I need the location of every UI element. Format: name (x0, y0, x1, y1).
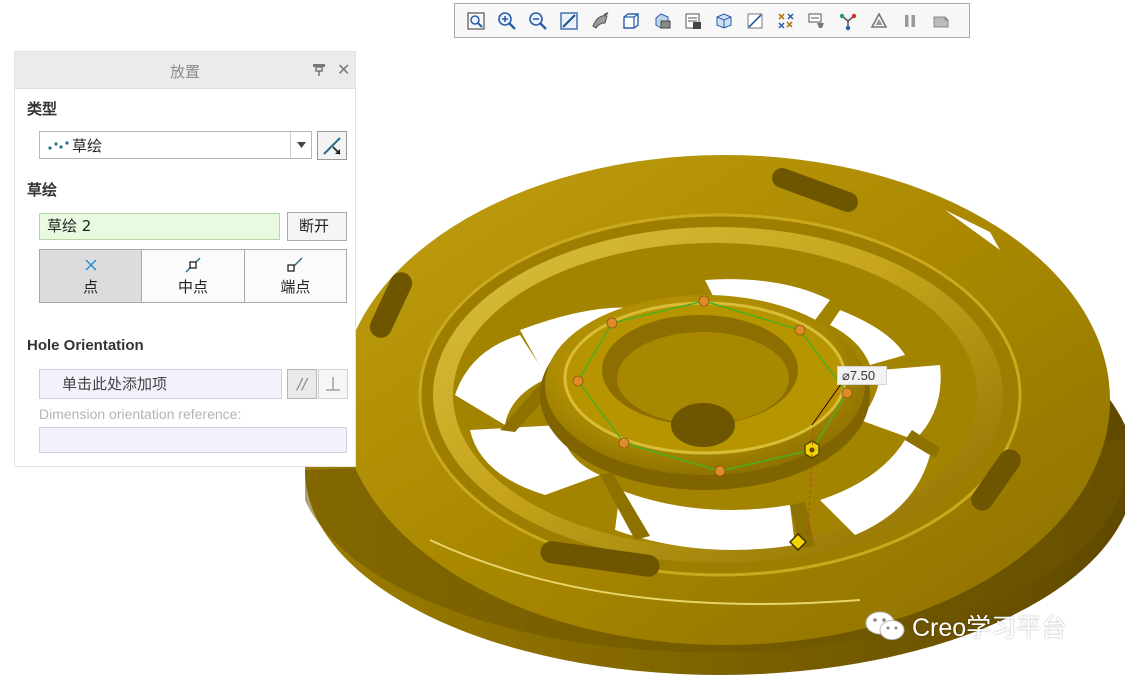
zoom-out-icon (529, 11, 547, 30)
type-select[interactable]: 草绘 (39, 131, 312, 159)
view-manager-button[interactable] (678, 7, 708, 35)
point-icon (85, 259, 97, 271)
appearance-icon (870, 11, 888, 28)
sketch-label: 草绘 (27, 181, 58, 199)
panel-title: 放置 (169, 63, 200, 81)
pin-icon[interactable] (311, 63, 327, 77)
next-button[interactable] (926, 7, 956, 35)
perpendicular-button[interactable] (318, 369, 348, 399)
hole-point[interactable] (572, 375, 584, 387)
orient-button[interactable] (616, 7, 646, 35)
hole-point[interactable] (606, 317, 618, 329)
snap-point-button[interactable]: 点 (40, 250, 143, 302)
close-icon[interactable]: ✕ (337, 62, 350, 78)
hole-point[interactable] (841, 387, 853, 399)
perpendicular-icon (326, 377, 340, 391)
snap-midpoint-button[interactable]: 中点 (142, 250, 245, 302)
sketch-field[interactable]: 草绘 2 (39, 213, 280, 240)
section-icon (747, 13, 763, 28)
zoom-in-icon (498, 11, 516, 30)
refit-button[interactable] (554, 7, 584, 35)
flip-direction-button[interactable] (317, 131, 347, 160)
snap-endpoint-label: 端点 (280, 278, 311, 296)
zoom-out-button[interactable] (523, 7, 553, 35)
wechat-icon (865, 611, 905, 640)
hole-orientation-label: Hole Orientation (27, 337, 144, 354)
zoom-fit-button[interactable] (461, 7, 491, 35)
hole-point[interactable] (714, 465, 726, 477)
hole-point[interactable] (794, 324, 806, 336)
annotation-button[interactable] (802, 7, 832, 35)
panel-header: 放置 ✕ (15, 52, 355, 89)
next-icon (933, 16, 949, 27)
annotation-icon (808, 13, 824, 28)
zoom-fit-icon (467, 11, 485, 30)
pause-icon (905, 14, 915, 27)
graphics-toolbar (454, 3, 970, 38)
hole-point[interactable] (618, 437, 630, 449)
appearance-button[interactable] (864, 7, 894, 35)
snap-midpoint-label: 中点 (177, 278, 208, 296)
orient-icon (623, 12, 639, 29)
snap-type-group: 点 中点 端点 (39, 249, 347, 303)
section-button[interactable] (740, 7, 770, 35)
dimension-reference-field[interactable] (39, 427, 347, 453)
sketch-points-icon (48, 141, 69, 150)
zoom-in-button[interactable] (492, 7, 522, 35)
refit-icon (560, 11, 578, 30)
perspective-icon (716, 12, 732, 29)
snap-point-label: 点 (83, 278, 99, 296)
flip-direction-icon (323, 136, 341, 155)
saved-views-icon (655, 12, 671, 29)
placement-panel: 放置 ✕ 类型 草绘 草绘 草绘 2 断开 点 中点 端点 Hole Orien… (15, 52, 355, 466)
perspective-button[interactable] (709, 7, 739, 35)
saved-views-button[interactable] (647, 7, 677, 35)
snap-endpoint-button[interactable]: 端点 (244, 250, 346, 302)
view-manager-icon (685, 13, 701, 29)
type-select-value: 草绘 (72, 136, 103, 155)
spin-center-button[interactable] (833, 7, 863, 35)
shading-icon (592, 11, 609, 29)
midpoint-icon (185, 257, 201, 273)
dimension-reference-label: Dimension orientation reference: (39, 406, 242, 422)
datum-display-icon (778, 12, 794, 29)
diameter-dimension[interactable]: ⌀7.50 (837, 366, 887, 385)
part-model[interactable] (305, 155, 1125, 675)
shading-button[interactable] (585, 7, 615, 35)
spin-center-icon (839, 13, 857, 30)
type-label: 类型 (27, 100, 58, 118)
break-button[interactable]: 断开 (287, 212, 347, 241)
pause-button[interactable] (895, 7, 925, 35)
orientation-reference-collector[interactable]: 单击此处添加项 (39, 369, 282, 399)
hole-point[interactable] (698, 295, 710, 307)
chevron-down-icon[interactable] (290, 132, 311, 158)
watermark-text: Creo学习平台 (912, 614, 1067, 642)
parallel-button[interactable]: // (287, 369, 317, 399)
watermark: Creo学习平台 (864, 606, 1066, 646)
endpoint-icon (287, 257, 303, 272)
datum-display-button[interactable] (771, 7, 801, 35)
